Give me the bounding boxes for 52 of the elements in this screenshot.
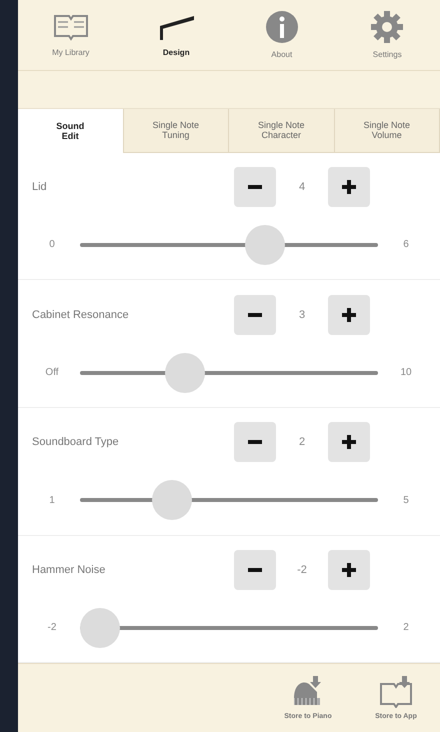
slider-min-label: Off	[44, 367, 60, 378]
toolbar-button[interactable]: Settings	[334, 0, 440, 70]
increment-button[interactable]	[328, 166, 370, 207]
slider-track[interactable]	[80, 352, 378, 393]
tab[interactable]: Single Note Volume	[334, 108, 440, 153]
increment-button[interactable]	[328, 294, 370, 335]
slider-min-label: 1	[48, 494, 56, 506]
tab[interactable]: Single Note Tuning	[124, 108, 229, 153]
plus-icon	[342, 308, 356, 322]
slider-thumb[interactable]	[165, 352, 206, 393]
slider-min-label: 0	[48, 239, 56, 250]
toolbar-button[interactable]: My Library	[18, 0, 124, 70]
plus-icon	[342, 180, 356, 194]
decrement-button[interactable]	[234, 422, 276, 462]
decrement-button[interactable]	[234, 550, 276, 590]
minus-icon	[248, 440, 262, 444]
increment-button[interactable]	[328, 550, 370, 590]
toolbar-button[interactable]: Design	[124, 0, 229, 70]
setting-label: Hammer Noise	[32, 564, 106, 576]
decrement-button[interactable]	[234, 294, 276, 335]
minus-icon	[248, 312, 262, 317]
setting-value: 2	[298, 436, 306, 448]
setting-label: Lid	[32, 180, 48, 193]
toolbar-button[interactable]: About	[229, 0, 334, 70]
setting-label: Cabinet Resonance	[32, 308, 130, 321]
slider-track[interactable]	[80, 480, 378, 520]
tab[interactable]: Single Note Character	[229, 108, 334, 153]
setting-value: 4	[298, 180, 306, 193]
slider-max-label: 5	[402, 494, 410, 506]
slider-max-label: 2	[402, 622, 410, 634]
minus-icon	[248, 568, 262, 572]
slider-min-label: -2	[46, 622, 58, 634]
increment-button[interactable]	[328, 422, 370, 462]
slider-track[interactable]	[80, 224, 378, 265]
setting-value: -2	[296, 564, 308, 576]
slider-thumb[interactable]	[152, 480, 192, 520]
setting-value: 3	[298, 308, 306, 321]
slider-max-label: 6	[402, 239, 410, 250]
book-download-icon	[379, 676, 413, 708]
setting-label: Soundboard Type	[32, 436, 120, 448]
info-icon	[264, 10, 299, 44]
tab[interactable]: Sound Edit	[18, 108, 124, 153]
slider-thumb[interactable]	[245, 224, 286, 265]
minus-icon	[248, 184, 262, 189]
decrement-button[interactable]	[234, 166, 276, 207]
slider-max-label: 10	[399, 367, 413, 378]
slider-thumb[interactable]	[80, 608, 120, 648]
slider-track[interactable]	[80, 608, 378, 648]
settings-icon	[370, 10, 404, 44]
plus-icon	[342, 435, 356, 450]
book-icon	[52, 12, 89, 42]
plus-icon	[342, 562, 356, 577]
